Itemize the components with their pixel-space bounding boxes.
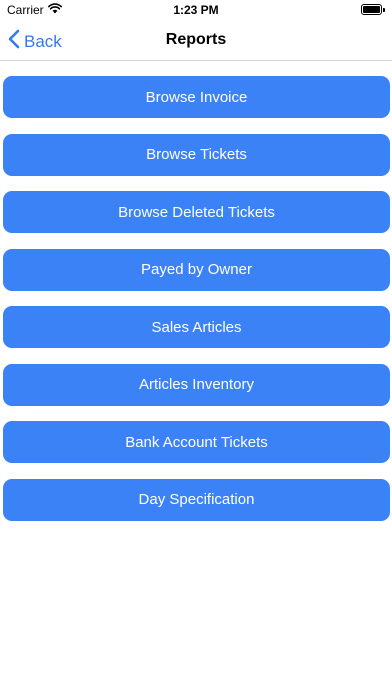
payed-by-owner-button[interactable]: Payed by Owner: [3, 248, 390, 291]
sales-articles-button[interactable]: Sales Articles: [3, 306, 390, 348]
browse-invoice-button[interactable]: Browse Invoice: [3, 76, 390, 118]
browse-tickets-button[interactable]: Browse Tickets: [3, 133, 390, 176]
reports-menu: Browse Invoice Browse Tickets Browse Del…: [3, 76, 390, 536]
status-time: 1:23 PM: [173, 3, 219, 17]
navigation-bar: Back Reports: [0, 20, 392, 61]
page-title: Reports: [165, 31, 227, 48]
bank-account-tickets-button[interactable]: Bank Account Tickets: [3, 421, 390, 463]
browse-deleted-tickets-button[interactable]: Browse Deleted Tickets: [3, 191, 390, 233]
day-specification-button[interactable]: Day Specification: [3, 478, 390, 521]
battery-icon: [361, 4, 385, 15]
status-bar: Carrier 1:23 PM: [0, 0, 392, 20]
articles-inventory-button[interactable]: Articles Inventory: [3, 363, 390, 406]
